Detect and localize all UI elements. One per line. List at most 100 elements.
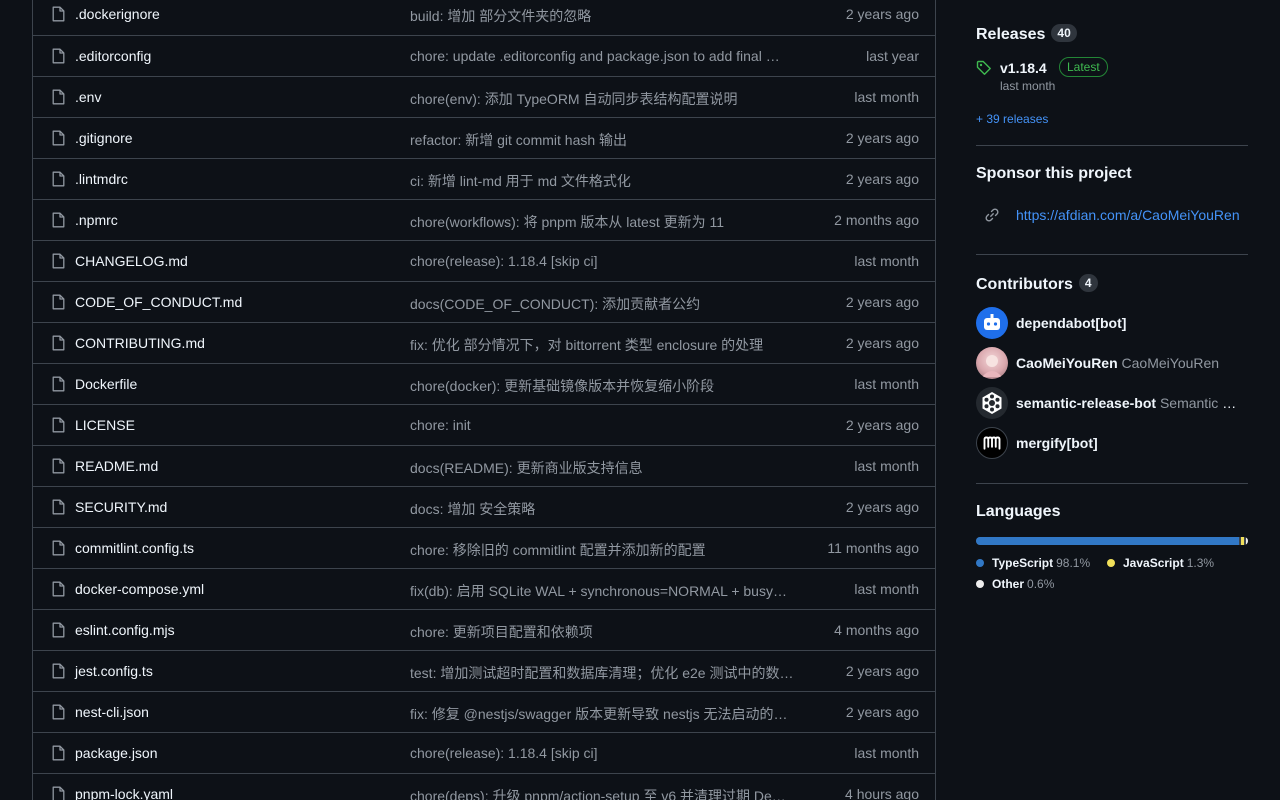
- file-icon: [52, 212, 65, 228]
- commit-message-link[interactable]: chore(release): 1.18.4 [skip ci]: [410, 745, 795, 761]
- commit-age: last month: [854, 253, 919, 269]
- file-name-link[interactable]: docker-compose.yml: [75, 581, 204, 597]
- contributor-label: dependabot[bot]: [1016, 315, 1242, 331]
- file-icon: [52, 89, 65, 105]
- releases-count: 40: [1051, 24, 1077, 42]
- contributor-row[interactable]: dependabot[bot]: [976, 307, 1248, 339]
- file-icon: [52, 704, 65, 720]
- file-name-link[interactable]: .editorconfig: [75, 48, 151, 64]
- file-icon: [52, 253, 65, 269]
- commit-age: 11 months ago: [827, 540, 919, 556]
- avatar-mergify[interactable]: [976, 427, 1008, 459]
- file-name-link[interactable]: CONTRIBUTING.md: [75, 335, 205, 351]
- avatar-semantic-release-bot[interactable]: [976, 387, 1008, 419]
- avatar-caomeiyouren[interactable]: [976, 347, 1008, 379]
- file-icon: [52, 622, 65, 638]
- commit-message-link[interactable]: fix(db): 启用 SQLite WAL + synchronous=NOR…: [410, 581, 795, 601]
- file-name-link[interactable]: .npmrc: [75, 212, 118, 228]
- contributor-name: CaoMeiYouRen: [1121, 355, 1220, 371]
- file-row: jest.config.ts test: 增加测试超时配置和数据库清理；优化 e2…: [33, 650, 935, 691]
- commit-message-link[interactable]: chore: 更新项目配置和依赖项: [410, 622, 795, 642]
- file-name-link[interactable]: CHANGELOG.md: [75, 253, 188, 269]
- file-row: SECURITY.md docs: 增加 安全策略 2 years ago: [33, 486, 935, 527]
- file-row: package.json chore(release): 1.18.4 [skip…: [33, 732, 935, 773]
- commit-age: 2 years ago: [845, 499, 919, 515]
- language-other[interactable]: Other 0.6%: [976, 577, 1054, 591]
- file-name-link[interactable]: jest.config.ts: [75, 663, 153, 679]
- file-icon: [52, 540, 65, 556]
- file-name-link[interactable]: README.md: [75, 458, 158, 474]
- latest-release-version[interactable]: v1.18.4: [1000, 60, 1047, 76]
- commit-age: 4 months ago: [834, 622, 919, 638]
- file-name-link[interactable]: CODE_OF_CONDUCT.md: [75, 294, 242, 310]
- file-row: .editorconfig chore: update .editorconfig…: [33, 35, 935, 76]
- commit-age: 2 years ago: [845, 335, 919, 351]
- file-name-link[interactable]: pnpm-lock.yaml: [75, 786, 173, 800]
- language-dot: [976, 580, 984, 588]
- commit-age: last month: [854, 89, 919, 105]
- contributor-login[interactable]: dependabot[bot]: [1016, 315, 1126, 331]
- commit-message-link[interactable]: docs(CODE_OF_CONDUCT): 添加贡献者公约: [410, 294, 795, 314]
- file-icon: [52, 786, 65, 800]
- commit-message-link[interactable]: chore(workflows): 将 pnpm 版本从 latest 更新为 …: [410, 212, 795, 232]
- language-bar-segment: [976, 537, 1239, 545]
- file-name-link[interactable]: .dockerignore: [75, 6, 160, 22]
- file-name-link[interactable]: Dockerfile: [75, 376, 137, 392]
- language-bar-segment: [1240, 537, 1245, 545]
- language-typescript[interactable]: TypeScript 98.1%: [976, 556, 1090, 570]
- file-row: README.md docs(README): 更新商业版支持信息 last mon…: [33, 445, 935, 486]
- contributor-row[interactable]: CaoMeiYouRen CaoMeiYouRen: [976, 347, 1248, 379]
- section-divider: [976, 483, 1248, 484]
- file-name-link[interactable]: .lintmdrc: [75, 171, 128, 187]
- contributor-login[interactable]: CaoMeiYouRen: [1016, 355, 1118, 371]
- releases-heading[interactable]: Releases 40: [976, 24, 1077, 44]
- commit-message-link[interactable]: chore(release): 1.18.4 [skip ci]: [410, 253, 795, 269]
- file-icon: [52, 417, 65, 433]
- commit-message-link[interactable]: chore(docker): 更新基础镜像版本并恢复缩小阶段: [410, 376, 795, 396]
- robot-icon: [984, 314, 1000, 330]
- file-icon: [52, 335, 65, 351]
- commit-message-link[interactable]: test: 增加测试超时配置和数据库清理；优化 e2e 测试中的数…: [410, 663, 795, 683]
- file-row: Dockerfile chore(docker): 更新基础镜像版本并恢复缩小阶段…: [33, 363, 935, 404]
- file-name-link[interactable]: .gitignore: [75, 130, 133, 146]
- contributor-row[interactable]: mergify[bot]: [976, 427, 1248, 459]
- file-row: .env chore(env): 添加 TypeORM 自动同步表结构配置说明 la…: [33, 76, 935, 117]
- file-name-link[interactable]: nest-cli.json: [75, 704, 149, 720]
- file-name-link[interactable]: eslint.config.mjs: [75, 622, 175, 638]
- file-name-link[interactable]: SECURITY.md: [75, 499, 167, 515]
- commit-message-link[interactable]: refactor: 新增 git commit hash 输出: [410, 130, 795, 150]
- more-releases-link[interactable]: + 39 releases: [976, 112, 1048, 126]
- avatar-dependabot[interactable]: [976, 307, 1008, 339]
- contributor-row[interactable]: semantic-release-bot Semantic Release Bo…: [976, 387, 1248, 419]
- sponsor-link[interactable]: https://afdian.com/a/CaoMeiYouRen: [1016, 207, 1240, 223]
- contributors-title[interactable]: Contributors: [976, 276, 1073, 293]
- commit-message-link[interactable]: docs: 增加 安全策略: [410, 499, 795, 519]
- commit-message-link[interactable]: fix: 优化 部分情况下，对 bittorrent 类型 enclosure …: [410, 335, 795, 355]
- file-name-link[interactable]: commitlint.config.ts: [75, 540, 194, 556]
- commit-age: last year: [866, 48, 919, 64]
- file-name-link[interactable]: .env: [75, 89, 101, 105]
- contributor-login[interactable]: semantic-release-bot: [1016, 395, 1156, 411]
- commit-message-link[interactable]: docs(README): 更新商业版支持信息: [410, 458, 795, 478]
- file-name-link[interactable]: LICENSE: [75, 417, 135, 433]
- commit-message-link[interactable]: build: 增加 部分文件夹的忽略: [410, 6, 795, 26]
- file-icon: [52, 294, 65, 310]
- file-name-link[interactable]: package.json: [75, 745, 158, 761]
- commit-message-link[interactable]: chore: 移除旧的 commitlint 配置并添加新的配置: [410, 540, 795, 560]
- commit-message-link[interactable]: ci: 新增 lint-md 用于 md 文件格式化: [410, 171, 795, 191]
- commit-message-link[interactable]: chore: init: [410, 417, 795, 433]
- releases-title[interactable]: Releases: [976, 26, 1045, 43]
- commit-age: 2 months ago: [834, 212, 919, 228]
- commit-message-link[interactable]: fix: 修复 @nestjs/swagger 版本更新导致 nestjs 无法…: [410, 704, 795, 724]
- file-row: LICENSE chore: init 2 years ago: [33, 404, 935, 445]
- mergify-icon: [983, 436, 1001, 450]
- commit-message-link[interactable]: chore: update .editorconfig and package.…: [410, 48, 795, 64]
- commit-message-link[interactable]: chore(deps): 升级 pnpm/action-setup 至 v6 并…: [410, 786, 795, 800]
- file-icon: [52, 745, 65, 761]
- contributors-heading[interactable]: Contributors 4: [976, 274, 1098, 294]
- commit-age: 2 years ago: [845, 171, 919, 187]
- language-javascript[interactable]: JavaScript 1.3%: [1107, 556, 1214, 570]
- commit-age: 2 years ago: [845, 417, 919, 433]
- commit-message-link[interactable]: chore(env): 添加 TypeORM 自动同步表结构配置说明: [410, 89, 795, 109]
- contributor-login[interactable]: mergify[bot]: [1016, 435, 1098, 451]
